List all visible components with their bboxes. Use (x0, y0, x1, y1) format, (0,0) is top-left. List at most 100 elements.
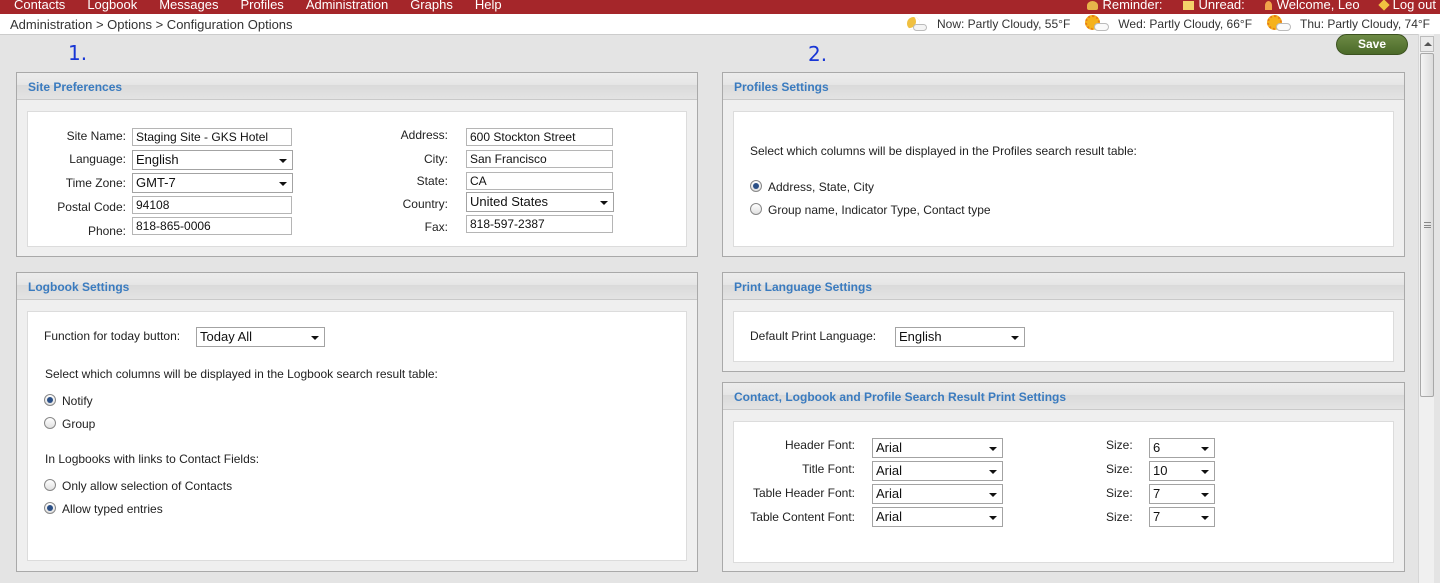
user-menu: Reminder: Unread: Welcome, Leo Log out (1067, 0, 1436, 13)
panel-title: Profiles Settings (734, 80, 829, 94)
postal-code-label: Postal Code: (57, 200, 126, 214)
vertical-scrollbar[interactable] (1418, 34, 1434, 583)
breadcrumb: Administration > Options > Configuration… (10, 17, 293, 32)
state-field[interactable]: CA (466, 172, 613, 190)
menu-graphs[interactable]: Graphs (410, 0, 453, 13)
user-icon (1264, 0, 1272, 10)
default-print-language-label: Default Print Language: (750, 329, 877, 343)
timezone-label: Time Zone: (65, 176, 126, 190)
logbook-settings-panel: Logbook Settings Function for today butt… (16, 272, 698, 572)
state-label: State: (416, 174, 448, 188)
panel-body: Select which columns will be displayed i… (733, 111, 1394, 247)
site-name-label: Site Name: (66, 129, 126, 143)
header-font-select[interactable]: Arial (872, 438, 1003, 458)
header-size-label: Size: (1106, 438, 1133, 452)
header-size-select[interactable]: 6 (1149, 438, 1215, 458)
moon-cloud-icon (905, 16, 927, 32)
weather-now: Now: Partly Cloudy, 55°F (905, 16, 1070, 32)
menu-administration[interactable]: Administration (306, 0, 388, 13)
country-label: Country: (402, 197, 448, 211)
city-field[interactable]: San Francisco (466, 150, 613, 168)
timezone-select[interactable]: GMT-7 (132, 173, 293, 193)
mail-icon (1182, 0, 1194, 10)
table-header-size-label: Size: (1106, 486, 1133, 500)
radio-group-label: Group (62, 417, 96, 431)
reminder-label: Reminder: (1102, 0, 1163, 12)
info-bar: Administration > Options > Configuration… (0, 14, 1440, 34)
logbook-columns-prompt: Select which columns will be displayed i… (45, 367, 438, 381)
profiles-settings-panel: Profiles Settings Select which columns w… (722, 72, 1405, 257)
key-icon (1377, 0, 1390, 11)
radio-address-state-city[interactable] (750, 180, 762, 192)
logout-link[interactable]: Log out (1377, 0, 1436, 13)
table-header-font-select[interactable]: Arial (872, 484, 1003, 504)
grip-icon (1424, 222, 1431, 228)
weather-wed: Wed: Partly Cloudy, 66°F (1084, 15, 1252, 33)
weather-thu-text: Thu: Partly Cloudy, 74°F (1300, 17, 1430, 31)
unread-link[interactable]: Unread: (1182, 0, 1245, 13)
print-settings-panel: Contact, Logbook and Profile Search Resu… (722, 382, 1405, 572)
country-select[interactable]: United States (466, 192, 614, 212)
postal-code-field[interactable]: 94108 (132, 196, 292, 214)
profiles-columns-prompt: Select which columns will be displayed i… (750, 144, 1137, 158)
unread-label: Unread: (1198, 0, 1245, 12)
title-font-label: Title Font: (802, 462, 855, 476)
scroll-up-button[interactable] (1420, 36, 1434, 52)
address-label: Address: (400, 128, 448, 142)
table-header-size-select[interactable]: 7 (1149, 484, 1215, 504)
menu-messages[interactable]: Messages (159, 0, 218, 13)
save-button[interactable]: Save (1336, 34, 1408, 55)
scroll-thumb[interactable] (1420, 53, 1434, 397)
radio-group-indicator-contact[interactable] (750, 203, 762, 215)
print-language-panel: Print Language Settings Default Print La… (722, 272, 1405, 372)
radio-notify-label: Notify (62, 394, 93, 408)
contact-links-prompt: In Logbooks with links to Contact Fields… (45, 452, 260, 466)
header-font-label: Header Font: (784, 438, 855, 452)
default-print-language-select[interactable]: English (895, 327, 1025, 347)
today-button-select[interactable]: Today All (196, 327, 325, 347)
panel-title: Site Preferences (28, 80, 123, 94)
radio-allow-typed[interactable] (44, 502, 56, 514)
title-font-select[interactable]: Arial (872, 461, 1003, 481)
menu-profiles[interactable]: Profiles (240, 0, 283, 13)
radio-notify[interactable] (44, 394, 56, 406)
table-content-size-select[interactable]: 7 (1149, 507, 1215, 527)
menu-contacts[interactable]: Contacts (14, 0, 65, 13)
table-content-size-label: Size: (1106, 510, 1133, 524)
address-field[interactable]: 600 Stockton Street (466, 128, 613, 146)
phone-label: Phone: (87, 224, 126, 238)
sun-cloud-icon (1084, 15, 1110, 33)
language-select[interactable]: English (132, 150, 293, 170)
panel-header: Profiles Settings (723, 73, 1404, 100)
menu-help[interactable]: Help (475, 0, 502, 13)
panel-title: Contact, Logbook and Profile Search Resu… (734, 390, 1067, 404)
panel-body: Default Print Language: English (733, 311, 1394, 362)
weather-thu: Thu: Partly Cloudy, 74°F (1266, 15, 1430, 33)
fax-label: Fax: (424, 220, 448, 234)
phone-field[interactable]: 818-865-0006 (132, 217, 292, 235)
top-menu-bar: Contacts Logbook Messages Profiles Admin… (0, 0, 1440, 14)
weather-now-text: Now: Partly Cloudy, 55°F (936, 17, 1071, 31)
radio-only-contacts[interactable] (44, 479, 56, 491)
panel-header: Site Preferences (17, 73, 697, 100)
site-name-field[interactable]: Staging Site - GKS Hotel (132, 128, 292, 146)
fax-field[interactable]: 818-597-2387 (466, 215, 613, 233)
language-label: Language: (69, 152, 126, 166)
panel-body: Site Name: Staging Site - GKS Hotel Lang… (27, 111, 687, 247)
panel-title: Logbook Settings (28, 280, 130, 294)
radio-allow-typed-label: Allow typed entries (62, 502, 163, 516)
welcome-link[interactable]: Welcome, Leo (1264, 0, 1360, 13)
menu-logbook[interactable]: Logbook (87, 0, 137, 13)
today-button-label: Function for today button: (44, 329, 181, 343)
radio-address-state-city-label: Address, State, City (768, 180, 875, 194)
table-content-font-select[interactable]: Arial (872, 507, 1003, 527)
panel-header: Contact, Logbook and Profile Search Resu… (723, 383, 1404, 410)
radio-group[interactable] (44, 417, 56, 429)
sun-cloud-icon (1266, 15, 1292, 33)
reminder-link[interactable]: Reminder: (1086, 0, 1163, 13)
radio-group-indicator-contact-label: Group name, Indicator Type, Contact type (768, 203, 991, 217)
bell-icon (1086, 0, 1098, 10)
title-size-select[interactable]: 10 (1149, 461, 1215, 481)
weather-strip: Now: Partly Cloudy, 55°F Wed: Partly Clo… (891, 15, 1430, 33)
table-content-font-label: Table Content Font: (750, 510, 855, 524)
